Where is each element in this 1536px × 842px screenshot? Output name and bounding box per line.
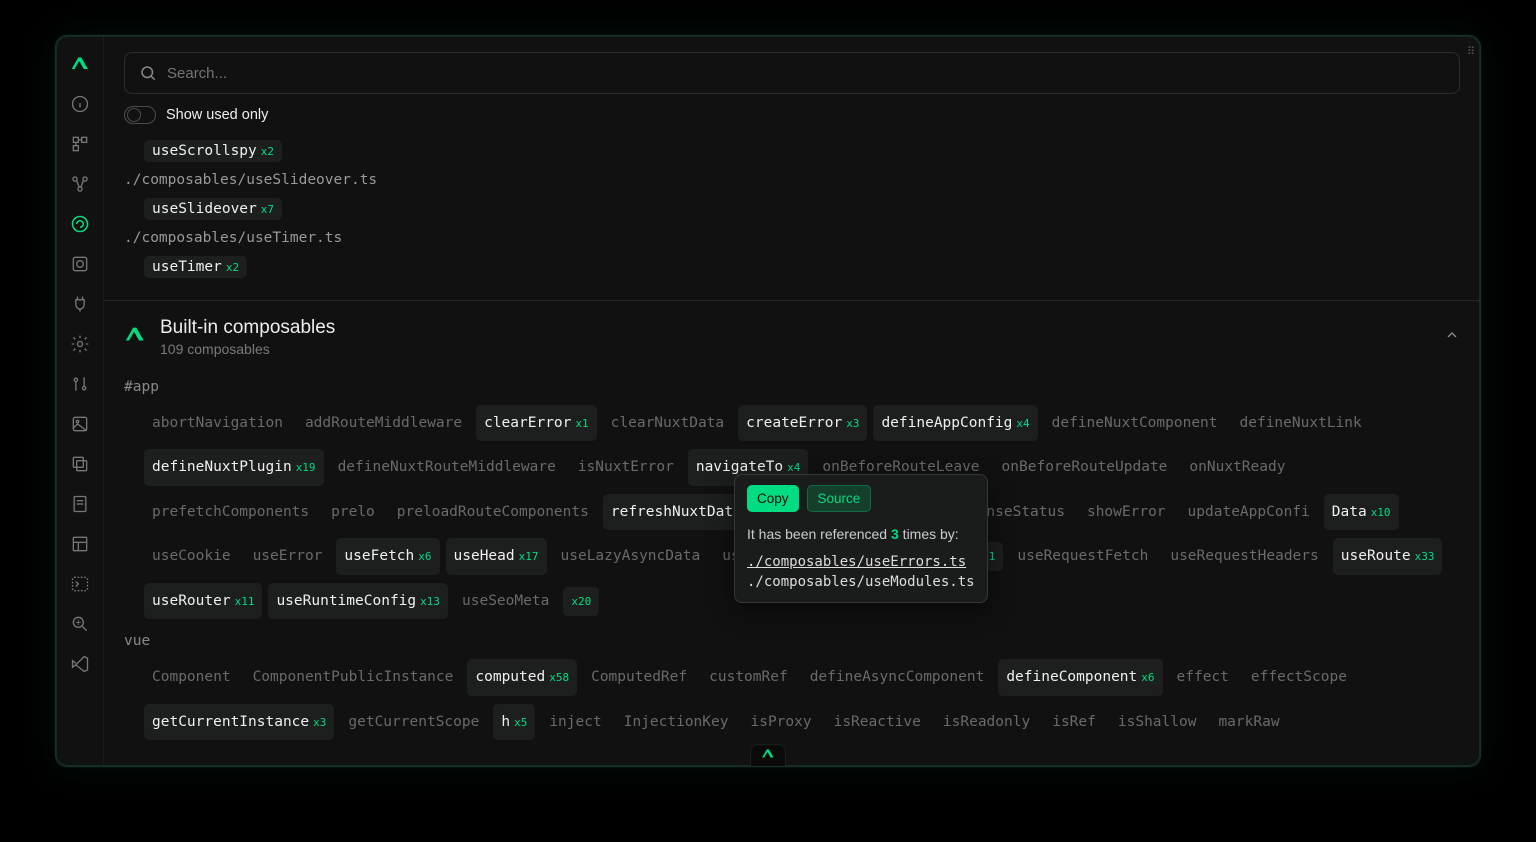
section-subtitle: 109 composables	[160, 341, 335, 357]
composable-tag[interactable]: Component	[144, 659, 239, 695]
main-panel: Show used only useScrollspy x2 ./composab…	[104, 36, 1480, 766]
composable-tag[interactable]: abortNavigation	[144, 405, 291, 441]
composable-tag[interactable]: showError	[1079, 494, 1174, 530]
composable-tag[interactable]: useSeoMeta	[454, 583, 557, 619]
composable-tag[interactable]: prelo	[323, 494, 383, 530]
composable-tag[interactable]: useError	[245, 538, 331, 574]
composable-tag[interactable]: defineAsyncComponent	[802, 659, 993, 695]
plugins-icon[interactable]	[68, 292, 92, 316]
composable-tag[interactable]: isShallow	[1110, 704, 1205, 740]
sidebar	[56, 36, 104, 766]
pages-icon[interactable]	[68, 132, 92, 156]
composable-tag[interactable]: isRef	[1044, 704, 1104, 740]
search-icon	[139, 64, 157, 82]
composable-tag[interactable]: prefetchComponents	[144, 494, 317, 530]
composable-tag[interactable]: isProxy	[742, 704, 819, 740]
composable-tag[interactable]: h x5	[493, 704, 535, 740]
composable-tag[interactable]: useTimer x2	[144, 256, 247, 278]
settings-icon[interactable]	[68, 332, 92, 356]
vscode-icon[interactable]	[68, 652, 92, 676]
composable-tag[interactable]: ComponentPublicInstance	[245, 659, 462, 695]
composable-tag[interactable]: inject	[541, 704, 609, 740]
composable-tag[interactable]: defineNuxtLink	[1232, 405, 1370, 441]
composable-tag[interactable]: effect	[1169, 659, 1237, 695]
composable-tag[interactable]: useRouter x11	[144, 583, 262, 619]
copy-button[interactable]: Copy	[747, 485, 799, 512]
composable-tag[interactable]: addRouteMiddleware	[297, 405, 470, 441]
source-button[interactable]: Source	[807, 485, 872, 512]
composable-tag[interactable]: defineNuxtRouteMiddleware	[330, 449, 564, 485]
terminal-icon[interactable]	[68, 572, 92, 596]
devtools-window: ⠿	[55, 35, 1481, 767]
composable-tag[interactable]: x20	[563, 587, 599, 616]
composable-tag[interactable]: defineComponent x6	[998, 659, 1162, 695]
composable-tag[interactable]: computed x58	[467, 659, 577, 695]
composable-tag[interactable]: getCurrentScope	[340, 704, 487, 740]
group-label: vue	[124, 633, 1460, 649]
runtime-icon[interactable]	[68, 372, 92, 396]
composable-tag[interactable]: updateAppConfi	[1180, 494, 1318, 530]
search-bar[interactable]	[124, 52, 1460, 94]
composable-tag[interactable]: defineAppConfig x4	[873, 405, 1037, 441]
info-icon[interactable]	[68, 92, 92, 116]
composable-tag[interactable]: Data x10	[1324, 494, 1399, 530]
composable-tag[interactable]: useScrollspy x2	[144, 140, 282, 162]
components-icon[interactable]	[68, 172, 92, 196]
nuxt-icon	[124, 324, 146, 350]
composable-tag[interactable]: isReadonly	[935, 704, 1038, 740]
composable-tag[interactable]: isNuxtError	[570, 449, 682, 485]
composable-tag[interactable]: onBeforeRouteUpdate	[994, 449, 1176, 485]
assets-icon[interactable]	[68, 412, 92, 436]
composable-tag[interactable]: getCurrentInstance x3	[144, 704, 334, 740]
storage-icon[interactable]	[68, 532, 92, 556]
inspect-icon[interactable]	[68, 612, 92, 636]
bottom-nuxt-tab[interactable]	[750, 744, 786, 766]
composable-tag[interactable]: clearError x1	[476, 405, 597, 441]
chevron-up-icon[interactable]	[1444, 327, 1460, 347]
composables-icon[interactable]	[68, 212, 92, 236]
composable-tag[interactable]: useCookie	[144, 538, 239, 574]
composable-tag[interactable]: useHead x17	[446, 538, 547, 574]
reference-tooltip: Copy Source It has been referenced 3 tim…	[734, 474, 988, 603]
reference-link[interactable]: ./composables/useErrors.ts	[747, 552, 975, 572]
composable-tag[interactable]: useLazyAsyncData	[553, 538, 709, 574]
composable-tag[interactable]: defineNuxtPlugin x19	[144, 449, 324, 485]
composable-tag[interactable]: InjectionKey	[616, 704, 737, 740]
composable-tag[interactable]: markRaw	[1210, 704, 1287, 740]
composable-tag[interactable]: onNuxtReady	[1181, 449, 1293, 485]
file-path: ./composables/useSlideover.ts	[124, 172, 1460, 188]
composable-tag[interactable]: createError x3	[738, 405, 867, 441]
docs-icon[interactable]	[68, 492, 92, 516]
group-label: #app	[124, 379, 1460, 395]
composable-tag[interactable]: useRoute x33	[1333, 538, 1443, 574]
composable-tag[interactable]: useRequestHeaders	[1162, 538, 1326, 574]
composable-tag[interactable]: effectScope	[1243, 659, 1355, 695]
search-input[interactable]	[167, 65, 1445, 82]
composable-tag[interactable]: customRef	[701, 659, 796, 695]
used-only-label: Show used only	[166, 107, 268, 123]
reference-link[interactable]: ./composables/useModules.ts	[747, 572, 975, 592]
composable-tag[interactable]: useFetch x6	[336, 538, 439, 574]
imports-icon[interactable]	[68, 252, 92, 276]
composable-tag[interactable]: isReactive	[826, 704, 929, 740]
composable-tag[interactable]: preloadRouteComponents	[389, 494, 597, 530]
section-title: Built-in composables	[160, 317, 335, 339]
composable-tag[interactable]: defineNuxtComponent	[1044, 405, 1226, 441]
content-scroll[interactable]: useScrollspy x2 ./composables/useSlideove…	[104, 136, 1480, 766]
file-path: ./composables/useTimer.ts	[124, 230, 1460, 246]
layers-icon[interactable]	[68, 452, 92, 476]
composable-tag[interactable]: ComputedRef	[583, 659, 695, 695]
drag-handle[interactable]: ⠿	[1467, 50, 1476, 54]
nuxt-logo-icon[interactable]	[68, 52, 92, 76]
composable-tag[interactable]: useSlideover x7	[144, 198, 282, 220]
section-header[interactable]: Built-in composables 109 composables	[124, 301, 1460, 369]
composable-tag[interactable]: useRequestFetch	[1009, 538, 1156, 574]
composable-tag[interactable]: useRuntimeConfig x13	[268, 583, 448, 619]
used-only-toggle[interactable]	[124, 106, 156, 124]
tooltip-text: It has been referenced 3 times by:	[747, 526, 975, 542]
composable-tag[interactable]: clearNuxtData	[603, 405, 733, 441]
